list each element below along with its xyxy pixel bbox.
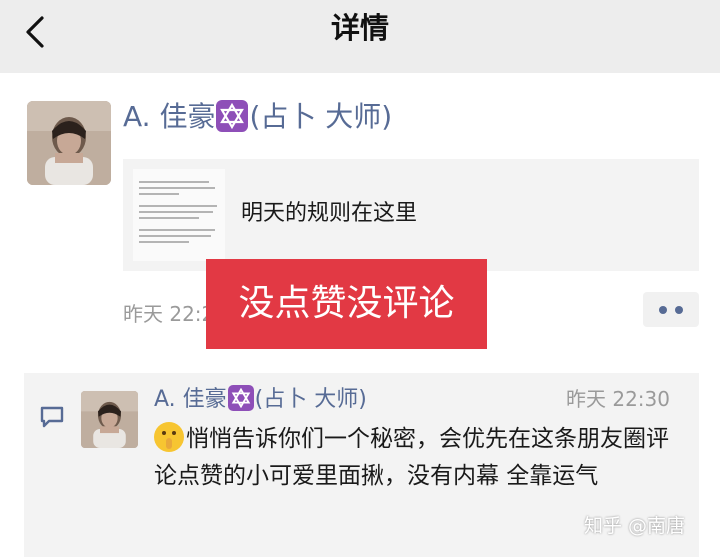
top-bar: 详情 xyxy=(0,0,720,73)
post-timestamp: 昨天 22:2 xyxy=(123,302,215,326)
watermark: 知乎 @南唐 xyxy=(584,515,686,537)
overlay-banner: 没点赞没评论 xyxy=(206,259,487,349)
avatar[interactable] xyxy=(27,101,111,185)
link-thumbnail xyxy=(133,169,225,261)
page-title: 详情 xyxy=(330,11,389,45)
six-pointed-star-icon xyxy=(227,385,254,411)
avatar-photo xyxy=(27,101,111,185)
comment-bubble-icon xyxy=(40,406,64,428)
more-dots-icon xyxy=(675,306,683,314)
commenter-avatar[interactable] xyxy=(81,391,138,448)
comment-text[interactable]: 悄悄告诉你们一个秘密，会优先在这条朋友圈评论点赞的小可爱里面揪，没有内幕 全靠运… xyxy=(154,421,684,495)
commenter-name-suffix[interactable]: (占卜 大师) xyxy=(255,387,367,412)
commenter-name[interactable]: A. 佳豪 (占卜 大师) xyxy=(154,385,367,415)
commenter-name-text[interactable]: A. 佳豪 xyxy=(154,387,227,412)
comment-timestamp: 昨天 22:30 xyxy=(566,387,670,411)
shared-link-card[interactable]: 明天的规则在这里 xyxy=(123,159,699,271)
six-pointed-star-icon xyxy=(216,100,249,132)
shushing-face-emoji-icon xyxy=(154,422,184,452)
more-dots-icon xyxy=(659,306,667,314)
post-author-name[interactable]: A. 佳豪 xyxy=(123,100,215,133)
post-author[interactable]: A. 佳豪 (占卜 大师) xyxy=(123,99,392,135)
post-author-suffix[interactable]: (占卜 大师) xyxy=(249,100,392,133)
more-button[interactable] xyxy=(643,292,699,327)
link-card-title: 明天的规则在这里 xyxy=(241,201,418,226)
avatar-photo xyxy=(81,391,138,448)
comment-text-content: 悄悄告诉你们一个秘密，会优先在这条朋友圈评论点赞的小可爱里面揪，没有内幕 全靠运… xyxy=(154,426,669,489)
